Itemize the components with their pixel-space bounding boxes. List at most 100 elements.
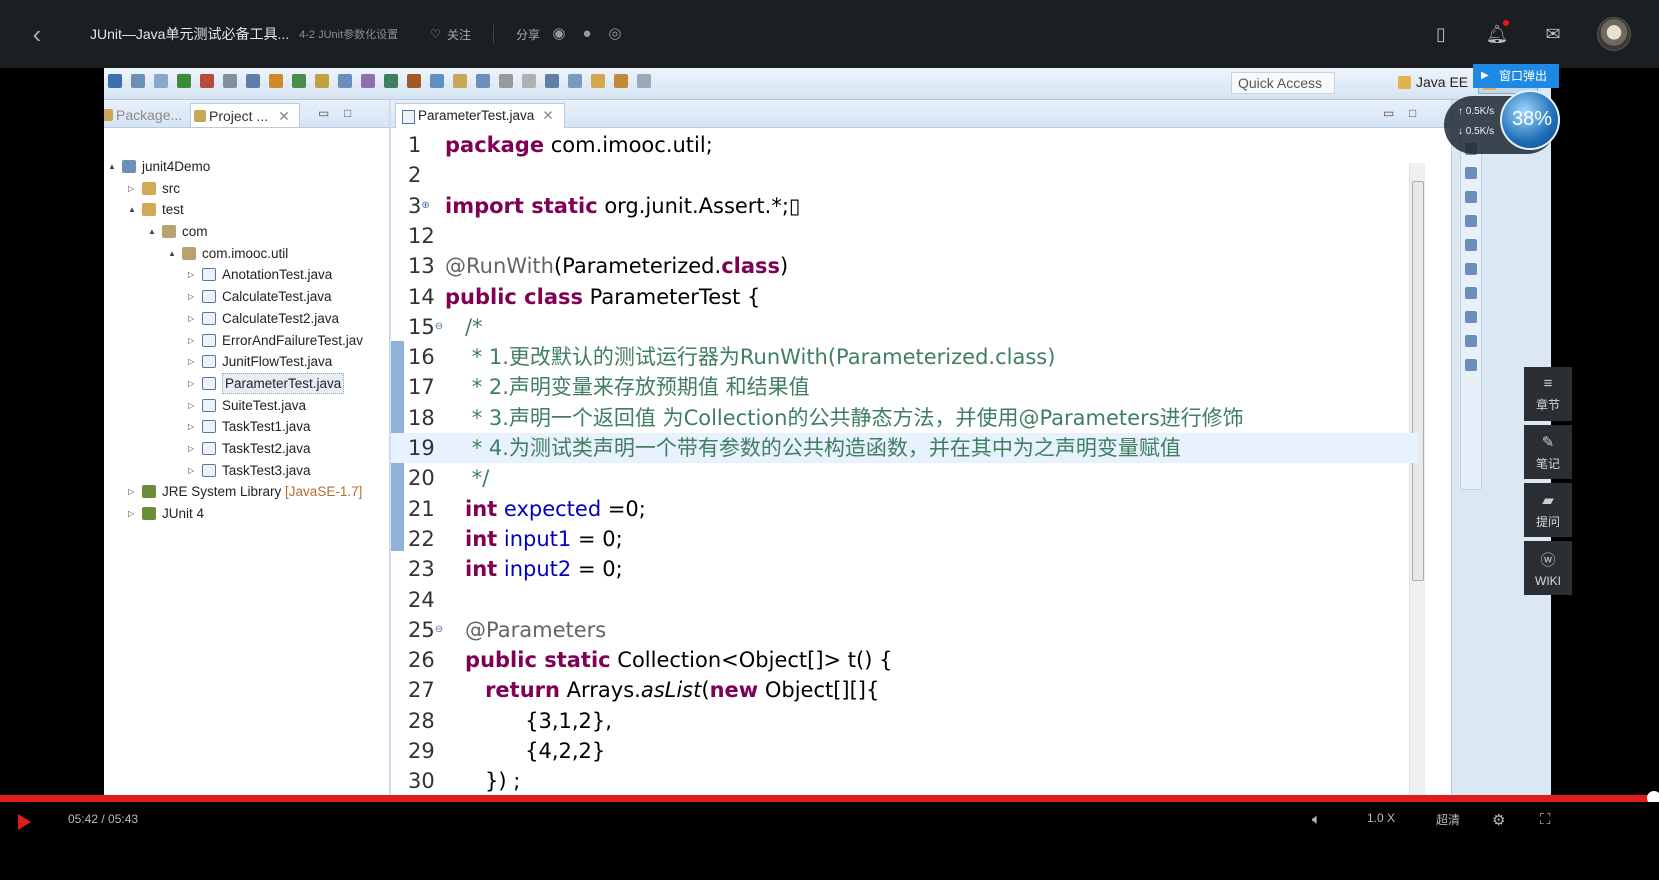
progress-bar[interactable] — [0, 791, 1659, 805]
line-number: 17 — [408, 372, 442, 402]
tree-item[interactable]: ▷ TaskTest3.java — [104, 460, 390, 482]
tree-item-label: com — [182, 221, 208, 243]
side-button-comment[interactable]: ▰ 提问 — [1524, 483, 1572, 537]
line-number-text: 20 — [408, 466, 435, 491]
video-frame[interactable]: Quick Access Java EE Java Package... Pro… — [104, 68, 1551, 843]
twisty-icon[interactable]: ▲ — [148, 221, 156, 243]
toolbar-icon — [223, 74, 237, 88]
toolbar-icon — [499, 74, 513, 88]
tree-item[interactable]: ▷ JRE System Library [JavaSE-1.7] — [104, 481, 390, 503]
line-number-text: 28 — [408, 708, 435, 733]
twisty-icon[interactable]: ▲ — [108, 156, 116, 178]
twisty-icon[interactable]: ▷ — [128, 481, 134, 503]
tree-item[interactable]: ▷ JUnit 4 — [104, 503, 390, 525]
code-token: int — [465, 557, 498, 582]
tree-item-text: TaskTest3.java — [222, 462, 311, 478]
tree-item[interactable]: ▲ junit4Demo — [104, 156, 390, 178]
volume-icon[interactable]: 🔈︎ — [1312, 811, 1321, 828]
speed-selector[interactable]: 1.0 X — [1367, 811, 1395, 825]
tree-item[interactable]: ▷ JunitFlowTest.java — [104, 351, 390, 373]
wechat-icon[interactable]: ◉ — [550, 25, 568, 43]
tree-item[interactable]: ▷ TaskTest1.java — [104, 416, 390, 438]
speed-percent: 38% — [1511, 108, 1553, 130]
tree-item[interactable]: ▷ src — [104, 178, 390, 200]
chevron-left-icon: ‹ — [32, 18, 42, 49]
fold-icon[interactable]: ⊖ — [435, 321, 443, 332]
network-speed-widget: ↑ 0.5K/s ↓ 0.5K/s 38% — [1444, 90, 1560, 154]
tree-item[interactable]: ▷ SuiteTest.java — [104, 395, 390, 417]
twisty-icon[interactable]: ▷ — [188, 438, 194, 460]
code-line: 3⊕ import static org.junit.Assert.*;▯ — [391, 191, 1419, 221]
line-number-text: 19 — [408, 436, 435, 460]
tree-item[interactable]: ▲ com — [104, 221, 390, 243]
twisty-icon[interactable]: ▲ — [168, 243, 176, 265]
toolbar-icon — [384, 74, 398, 88]
line-number-text: 17 — [408, 375, 435, 400]
code-text: * 2.声明变量来存放预期值 和结果值 — [445, 372, 810, 402]
twisty-icon[interactable]: ▷ — [188, 395, 194, 417]
code-token: new — [709, 678, 759, 703]
bell-icon[interactable]: 🔔︎ — [1485, 20, 1509, 46]
share-group: 分享 ◉ ● ◎ — [516, 25, 624, 43]
quality-selector[interactable]: 超清 — [1436, 811, 1460, 828]
code-token: = 0; — [571, 526, 623, 551]
tree-item-label: ParameterTest.java — [222, 372, 345, 394]
fold-icon[interactable]: ⊖ — [435, 624, 443, 635]
tree-item[interactable]: ▷ TaskTest2.java — [104, 438, 390, 460]
twisty-icon[interactable]: ▷ — [128, 178, 134, 200]
toolbar-icon — [476, 74, 490, 88]
twisty-icon[interactable]: ▷ — [188, 264, 194, 286]
tree-item[interactable]: ▷ ErrorAndFailureTest.jav — [104, 330, 390, 352]
code-text: public class ParameterTest { — [445, 282, 760, 312]
java-file-icon — [202, 355, 216, 369]
line-number: 15⊖ — [408, 312, 443, 342]
twisty-icon[interactable]: ▷ — [188, 308, 194, 330]
play-icon[interactable] — [18, 814, 31, 830]
twisty-icon[interactable]: ▲ — [128, 199, 136, 221]
mail-icon[interactable]: ✉ — [1541, 22, 1565, 46]
fullscreen-icon[interactable]: ⛶ — [1540, 811, 1551, 828]
side-button-list[interactable]: ≡ 章节 — [1524, 367, 1572, 421]
code-text: @Parameters — [445, 615, 606, 645]
side-button-pencil[interactable]: ✎ 笔记 — [1524, 425, 1572, 479]
tree-item[interactable]: ▲ com.imooc.util — [104, 243, 390, 265]
settings-icon[interactable]: ⚙ — [1492, 811, 1505, 829]
twisty-icon[interactable]: ▷ — [188, 460, 194, 482]
follow-button[interactable]: ♡ 关注 — [430, 26, 471, 43]
tree-item[interactable]: ▷ AnotationTest.java — [104, 264, 390, 286]
tree-item[interactable]: ▷ ParameterTest.java — [104, 372, 390, 395]
code-token: input1 — [497, 526, 572, 551]
fold-icon[interactable]: ⊕ — [421, 200, 429, 211]
twisty-icon[interactable]: ▷ — [188, 286, 194, 308]
twisty-icon[interactable]: ▷ — [128, 503, 134, 525]
quick-access-field: Quick Access — [1231, 72, 1335, 94]
toolbar-icon — [246, 74, 260, 88]
twisty-icon[interactable]: ▷ — [188, 330, 194, 352]
back-button[interactable]: ‹ — [20, 17, 54, 51]
toolbar-icon — [361, 74, 375, 88]
qq-icon[interactable]: ● — [578, 25, 596, 43]
tree-item[interactable]: ▷ CalculateTest2.java — [104, 308, 390, 330]
side-actions: ≡ 章节 ✎ 笔记 ▰ 提问 ⓦ WIKI — [1524, 367, 1572, 599]
code-text: @RunWith(Parameterized.class) — [445, 251, 788, 281]
avatar[interactable] — [1597, 17, 1631, 51]
popout-button[interactable]: 窗口弹出 — [1473, 64, 1559, 88]
twisty-icon[interactable]: ▷ — [188, 373, 194, 395]
line-number: 3⊕ — [408, 191, 442, 221]
code-text: int input2 = 0; — [445, 554, 623, 584]
code-text: }) ; — [445, 766, 520, 796]
tree-item[interactable]: ▷ CalculateTest.java — [104, 286, 390, 308]
twisty-icon[interactable]: ▷ — [188, 351, 194, 373]
java-file-icon — [202, 290, 216, 304]
twisty-icon[interactable]: ▷ — [188, 416, 194, 438]
weibo-icon[interactable]: ◎ — [606, 25, 624, 43]
toolbar-icon — [430, 74, 444, 88]
side-button-wiki[interactable]: ⓦ WIKI — [1524, 541, 1572, 595]
mobile-icon[interactable]: ▯ — [1429, 22, 1453, 46]
code-token: expected — [497, 496, 602, 521]
code-text: {3,1,2}, — [445, 706, 612, 736]
tree-item[interactable]: ▲ test — [104, 199, 390, 221]
code-token: */ — [445, 466, 490, 491]
